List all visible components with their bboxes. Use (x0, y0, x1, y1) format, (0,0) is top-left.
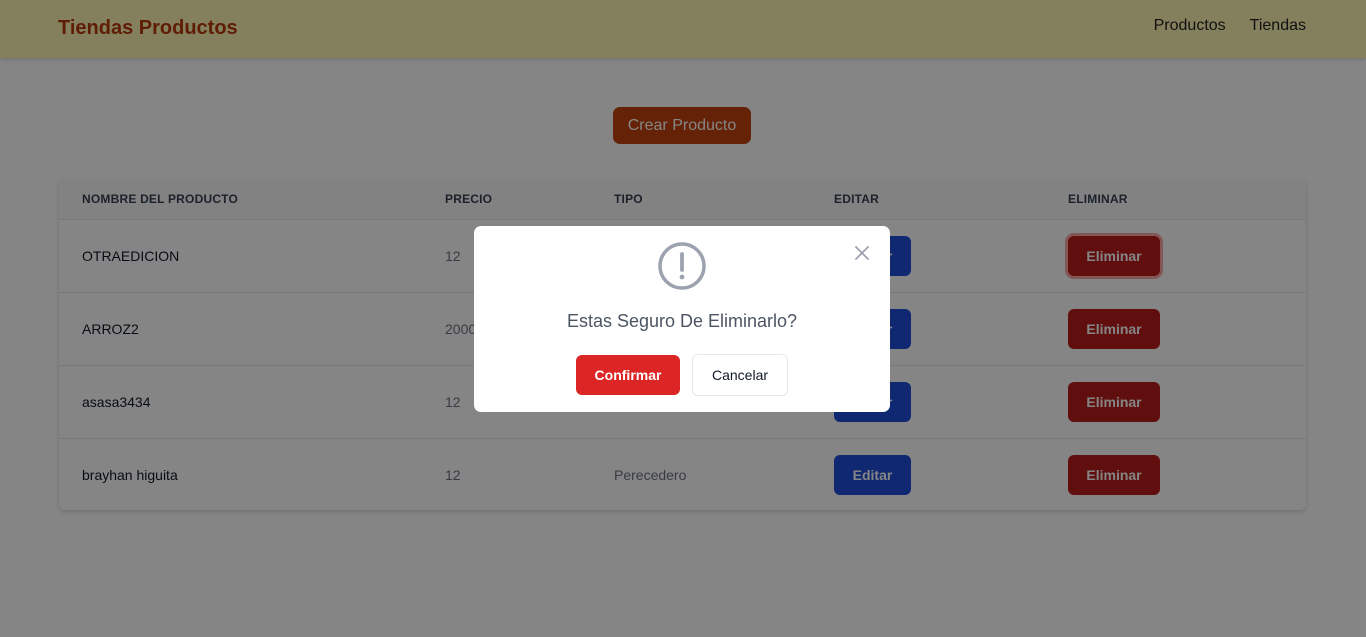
dialog-message: Estas Seguro De Eliminarlo? (566, 311, 798, 331)
exclamation-circle-icon (657, 241, 707, 291)
confirm-button[interactable]: Confirmar (576, 355, 680, 395)
cancel-button[interactable]: Cancelar (692, 354, 788, 396)
close-icon[interactable] (852, 243, 872, 263)
confirm-delete-dialog: Estas Seguro De Eliminarlo? Confirmar Ca… (474, 226, 890, 412)
